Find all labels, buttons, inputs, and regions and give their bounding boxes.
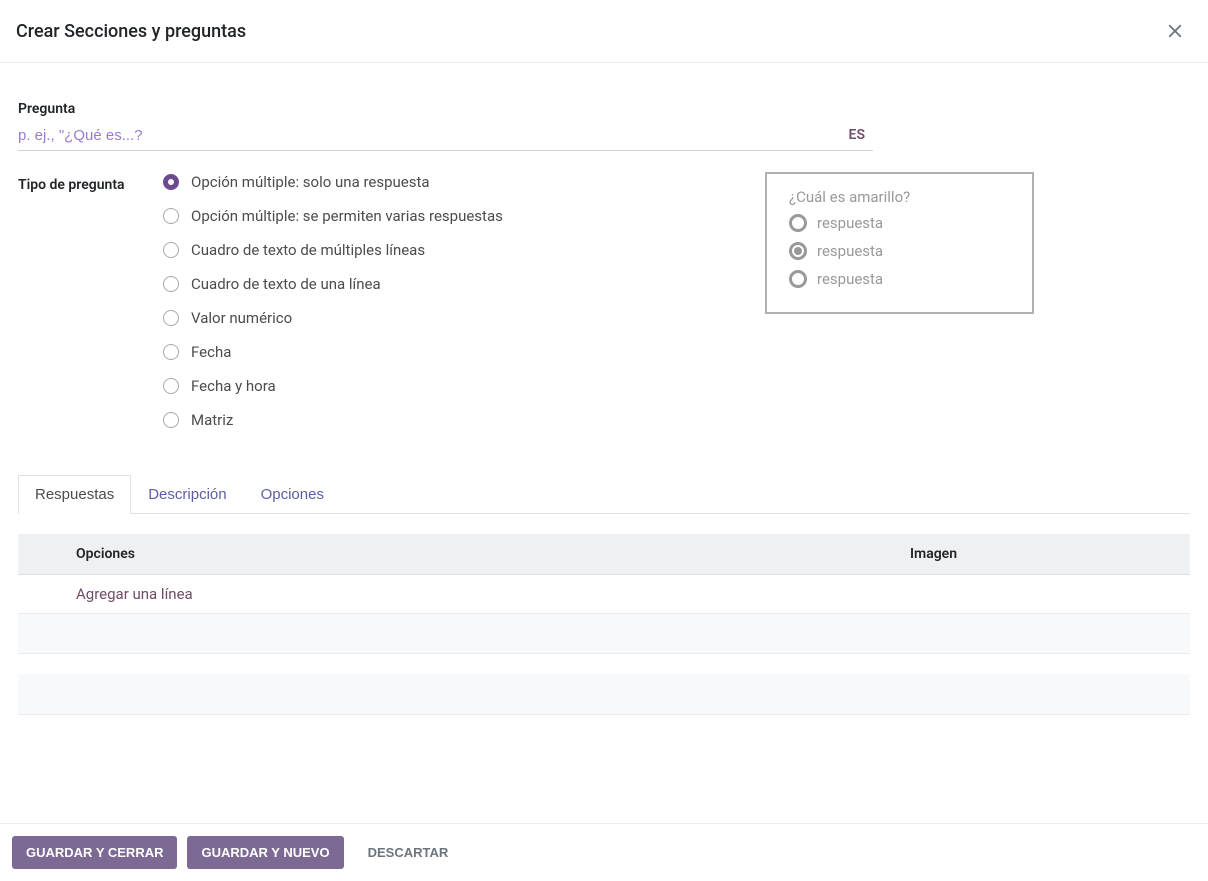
save-new-button[interactable]: Guardar y Nuevo [187,836,343,869]
tab-answers[interactable]: Respuestas [18,475,131,514]
preview-answer: respuesta [789,270,1012,288]
modal-title: Crear Secciones y preguntas [16,21,246,42]
tabs-container: Respuestas Descripción Opciones Opciones… [18,475,1190,715]
column-image: Imagen [896,534,1146,575]
radio-option-textline[interactable]: Cuadro de texto de una línea [163,275,1190,293]
preview-answer: respuesta [789,214,1012,232]
radio-outline-icon [789,214,807,232]
column-handle [18,534,62,575]
radio-icon [163,174,179,190]
question-input-wrapper: ES [18,123,873,151]
radio-icon [163,242,179,258]
column-options: Opciones [62,534,896,575]
preview-question-text: ¿Cuál es amarillo? [789,188,1012,206]
radio-filled-icon [789,242,807,260]
question-type-options: Opción múltiple: solo una respuesta Opci… [163,173,1190,445]
table-row-spacer [18,654,1190,675]
question-preview: ¿Cuál es amarillo? respuesta respuesta r… [765,172,1034,314]
table-row-empty [18,674,1190,714]
answers-table: Opciones Imagen Agregar una línea [18,534,1190,715]
column-actions [1146,534,1190,575]
answers-table-wrapper: Opciones Imagen Agregar una línea [18,534,1190,715]
preview-answer-label: respuesta [817,242,883,260]
radio-option-date[interactable]: Fecha [163,343,1190,361]
radio-label: Valor numérico [191,309,292,327]
radio-label: Cuadro de texto de una línea [191,275,381,293]
radio-label: Opción múltiple: solo una respuesta [191,173,430,191]
radio-label: Fecha y hora [191,377,276,395]
question-type-label: Tipo de pregunta [18,173,163,193]
save-close-button[interactable]: Guardar y Cerrar [12,836,177,869]
radio-label: Cuadro de texto de múltiples líneas [191,241,425,259]
question-input[interactable] [18,123,873,151]
preview-answer: respuesta [789,242,1012,260]
radio-option-textarea[interactable]: Cuadro de texto de múltiples líneas [163,241,1190,259]
close-icon [1166,22,1184,40]
preview-answer-label: respuesta [817,270,883,288]
table-row-empty [18,614,1190,654]
question-label: Pregunta [18,101,1190,117]
radio-label: Matriz [191,411,233,429]
radio-option-datetime[interactable]: Fecha y hora [163,377,1190,395]
table-header-row: Opciones Imagen [18,534,1190,575]
discard-button[interactable]: Descartar [354,836,463,869]
language-badge[interactable]: ES [841,123,873,147]
radio-icon [163,310,179,326]
radio-option-single-choice[interactable]: Opción múltiple: solo una respuesta [163,173,1190,191]
radio-icon [163,344,179,360]
radio-outline-icon [789,270,807,288]
table-row-add: Agregar una línea [18,575,1190,614]
radio-icon [163,208,179,224]
modal-footer: Guardar y Cerrar Guardar y Nuevo Descart… [0,823,1208,881]
radio-option-matrix[interactable]: Matriz [163,411,1190,429]
radio-option-numeric[interactable]: Valor numérico [163,309,1190,327]
tab-description[interactable]: Descripción [131,475,243,513]
add-line-link[interactable]: Agregar una línea [76,585,193,603]
radio-option-multi-choice[interactable]: Opción múltiple: se permiten varias resp… [163,207,1190,225]
preview-answer-label: respuesta [817,214,883,232]
radio-label: Opción múltiple: se permiten varias resp… [191,207,503,225]
radio-icon [163,276,179,292]
tabs: Respuestas Descripción Opciones [18,475,1190,514]
radio-icon [163,412,179,428]
radio-label: Fecha [191,343,231,361]
close-button[interactable] [1162,18,1188,44]
modal-body: Pregunta ES Tipo de pregunta Opción múlt… [0,63,1208,735]
tab-options[interactable]: Opciones [244,475,341,513]
radio-icon [163,378,179,394]
modal-header: Crear Secciones y preguntas [0,0,1208,63]
